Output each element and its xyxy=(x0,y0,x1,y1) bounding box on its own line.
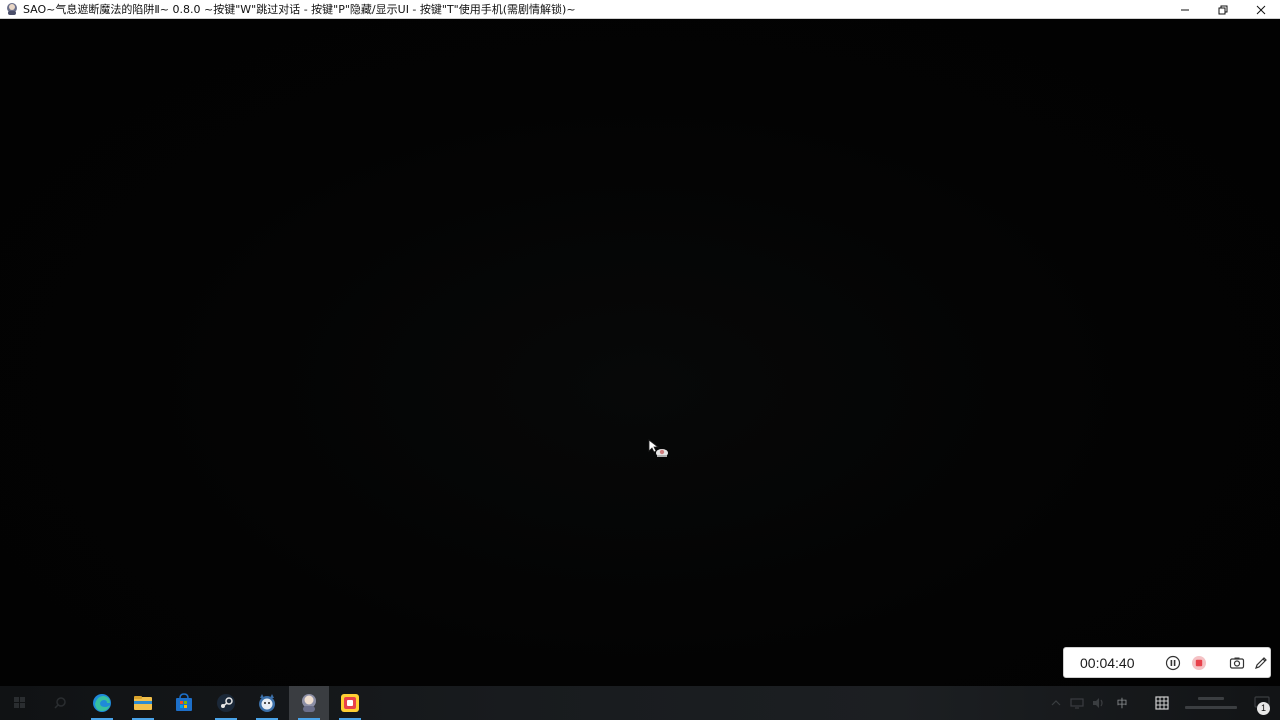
game-app-icon xyxy=(5,2,19,16)
grid-keyboard-icon xyxy=(1155,696,1169,710)
app-icon xyxy=(341,694,359,712)
search-button[interactable] xyxy=(40,686,80,720)
volume-button[interactable] xyxy=(1090,686,1108,720)
steam-icon xyxy=(217,694,235,712)
taskbar-edge[interactable] xyxy=(82,686,122,720)
taskbar-game-window[interactable] xyxy=(289,686,329,720)
screenshot-button[interactable] xyxy=(1228,654,1246,672)
screen-recorder-widget[interactable]: 00:04:40 xyxy=(1063,647,1271,678)
taskbar-steam[interactable] xyxy=(206,686,246,720)
store-icon xyxy=(176,693,192,711)
file-explorer-icon xyxy=(134,696,152,710)
recording-timer: 00:04:40 xyxy=(1080,654,1135,671)
notification-center-button[interactable]: 1 xyxy=(1244,686,1280,720)
cursor-character-icon xyxy=(655,447,669,459)
minimize-button[interactable] xyxy=(1166,0,1204,19)
taskbar-store[interactable] xyxy=(164,686,204,720)
stop-recording-button[interactable] xyxy=(1190,654,1208,672)
notification-count-badge: 1 xyxy=(1257,702,1270,715)
pen-icon xyxy=(1255,656,1267,669)
pause-icon xyxy=(1165,655,1181,670)
window-title: SAO~气息遮断魔法的陷阱Ⅱ~ 0.8.0 ~按键"W"跳过对话 - 按键"P"… xyxy=(23,2,576,16)
pause-recording-button[interactable] xyxy=(1164,654,1182,672)
taskbar-file-explorer[interactable] xyxy=(123,686,163,720)
search-icon xyxy=(54,697,66,709)
taskbar-app[interactable] xyxy=(330,686,370,720)
volume-icon xyxy=(1093,698,1103,708)
annotate-button[interactable] xyxy=(1252,654,1270,672)
clock[interactable] xyxy=(1180,686,1242,720)
show-hidden-icons-button[interactable] xyxy=(1048,686,1064,720)
taskbar-app[interactable] xyxy=(247,686,287,720)
close-button[interactable] xyxy=(1242,0,1280,19)
chevron-up-icon xyxy=(1051,700,1061,706)
window-controls xyxy=(1166,0,1280,19)
restore-button[interactable] xyxy=(1204,0,1242,19)
keyboard-layout-button[interactable] xyxy=(1152,686,1172,720)
system-tray: 中 1 xyxy=(1040,686,1280,720)
edge-icon xyxy=(93,694,111,712)
restore-icon xyxy=(1218,5,1228,14)
start-icon xyxy=(14,697,25,708)
clock-time xyxy=(1198,697,1224,700)
camera-icon xyxy=(1229,657,1245,669)
close-icon xyxy=(1256,5,1266,14)
network-button[interactable] xyxy=(1068,686,1086,720)
network-icon xyxy=(1070,698,1084,709)
stop-icon xyxy=(1192,655,1206,670)
clock-date xyxy=(1185,706,1237,709)
minimize-icon xyxy=(1181,9,1189,10)
game-window-icon xyxy=(302,694,316,712)
input-method-indicator[interactable]: 中 xyxy=(1112,686,1132,720)
start-button[interactable] xyxy=(0,686,40,720)
window-titlebar[interactable]: SAO~气息遮断魔法的陷阱Ⅱ~ 0.8.0 ~按键"W"跳过对话 - 按键"P"… xyxy=(0,0,1280,19)
app-icon xyxy=(259,694,275,712)
game-viewport[interactable] xyxy=(0,19,1280,686)
